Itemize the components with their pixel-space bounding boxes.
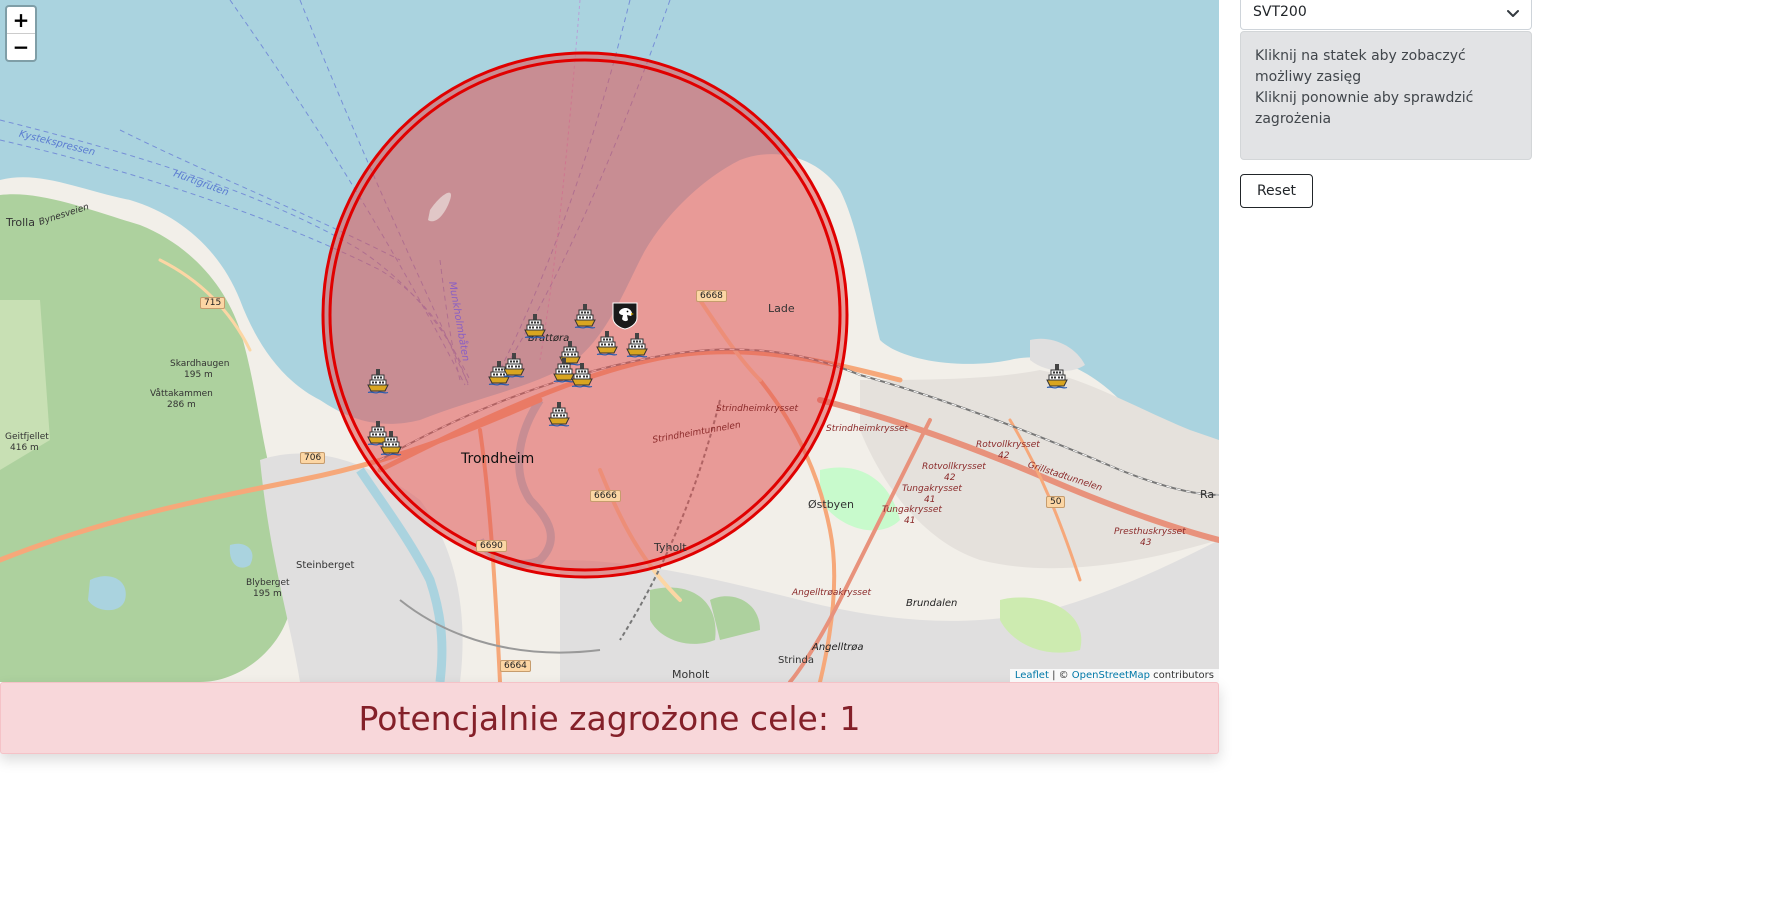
label-angelltroa: Angelltrøa bbox=[812, 642, 864, 653]
openstreetmap-link[interactable]: OpenStreetMap bbox=[1072, 670, 1150, 681]
label-skardhaugen-alt: 195 m bbox=[184, 370, 213, 380]
instruction-line: Kliknij ponownie aby sprawdzić zagrożeni… bbox=[1255, 90, 1474, 127]
zoom-control: + − bbox=[5, 5, 37, 62]
threat-count-text: Potencjalnie zagrożone cele: 1 bbox=[358, 698, 861, 738]
label-ostbyen: Østbyen bbox=[808, 498, 854, 511]
label-steinberget: Steinberget bbox=[296, 560, 355, 571]
label-strindheimkrysset: Strindheimkrysset bbox=[716, 404, 799, 414]
label-angelltroakrysset: Angelltrøakrysset bbox=[792, 588, 872, 598]
zoom-out-button[interactable]: − bbox=[7, 34, 35, 60]
ship-icon[interactable] bbox=[626, 332, 648, 358]
road-shield: 6666 bbox=[590, 490, 621, 502]
label-rotvollkrysset-2: Rotvollkrysset bbox=[922, 462, 986, 472]
instruction-line: Kliknij na statek aby zobaczyć możliwy z… bbox=[1255, 48, 1466, 85]
label-rotvollkrysset-num-2: 42 bbox=[944, 473, 956, 483]
label-lade: Lade bbox=[768, 302, 795, 315]
label-tyholt: Tyholt bbox=[654, 541, 687, 554]
map-attribution: Leaflet | © OpenStreetMap contributors bbox=[1009, 669, 1219, 682]
label-tungakrysset: Tungakrysset bbox=[902, 484, 962, 494]
label-moholt: Moholt bbox=[672, 668, 710, 681]
label-tungakrysset-num-2: 41 bbox=[904, 516, 916, 526]
road-shield: 6664 bbox=[500, 660, 531, 672]
ship-icon[interactable] bbox=[503, 352, 525, 378]
label-tungakrysset-2: Tungakrysset bbox=[882, 505, 942, 515]
zoom-in-button[interactable]: + bbox=[7, 7, 35, 34]
instructions-panel: Kliknij na statek aby zobaczyć możliwy z… bbox=[1240, 31, 1532, 160]
ship-icon[interactable] bbox=[1046, 363, 1068, 389]
map-area[interactable]: Trondheim Lade Østbyen Tyholt Moholt Str… bbox=[0, 0, 1219, 682]
label-geitfjellet-alt: 416 m bbox=[10, 443, 39, 453]
eagle-icon[interactable] bbox=[612, 302, 638, 330]
road-shield: 6668 bbox=[696, 290, 727, 302]
label-ra: Ra bbox=[1200, 488, 1215, 501]
label-strindheimkrysset-2: Strindheimkrysset bbox=[826, 424, 909, 434]
label-presthuskrysset-num: 43 bbox=[1140, 538, 1152, 548]
label-tungakrysset-num: 41 bbox=[924, 495, 936, 505]
road-shield: 706 bbox=[300, 452, 326, 464]
label-brundalen: Brundalen bbox=[906, 598, 958, 609]
ship-icon[interactable] bbox=[548, 401, 570, 427]
ship-icon[interactable] bbox=[524, 313, 546, 339]
label-vattakammen-alt: 286 m bbox=[167, 400, 196, 410]
attribution-suffix: contributors bbox=[1150, 670, 1214, 681]
label-skardhaugen: Skardhaugen bbox=[170, 359, 230, 369]
label-rotvollkrysset: Rotvollkrysset bbox=[976, 440, 1040, 450]
ship-icon[interactable] bbox=[367, 368, 389, 394]
ship-type-select[interactable]: SVT200 bbox=[1240, 0, 1532, 30]
road-shield: 6690 bbox=[476, 540, 507, 552]
label-geitfjellet: Geitfjellet bbox=[5, 432, 49, 442]
sidebar: SVT200 Kliknij na statek aby zobaczyć mo… bbox=[1240, 0, 1532, 208]
label-trondheim: Trondheim bbox=[461, 451, 535, 467]
ship-icon[interactable] bbox=[574, 303, 596, 329]
label-rotvollkrysset-num: 42 bbox=[998, 451, 1010, 461]
attribution-separator: | © bbox=[1048, 670, 1072, 681]
label-presthuskrysset: Presthuskrysset bbox=[1114, 527, 1186, 537]
road-shield: 715 bbox=[200, 297, 226, 309]
leaflet-link[interactable]: Leaflet bbox=[1015, 670, 1049, 681]
label-strinda: Strinda bbox=[778, 655, 814, 666]
ship-icon[interactable] bbox=[380, 430, 402, 456]
label-trolla: Trolla bbox=[6, 216, 35, 229]
ship-icon[interactable] bbox=[596, 330, 618, 356]
chevron-down-icon bbox=[1507, 10, 1519, 17]
road-shield: 50 bbox=[1046, 496, 1066, 508]
label-blyberget: Blyberget bbox=[246, 578, 290, 588]
ship-icon[interactable] bbox=[571, 362, 593, 388]
label-blyberget-alt: 195 m bbox=[253, 589, 282, 599]
threat-alert: Potencjalnie zagrożone cele: 1 bbox=[0, 682, 1219, 754]
reset-button[interactable]: Reset bbox=[1240, 174, 1313, 208]
label-vattakammen: Våttakammen bbox=[150, 389, 213, 399]
ship-type-value: SVT200 bbox=[1253, 4, 1307, 20]
